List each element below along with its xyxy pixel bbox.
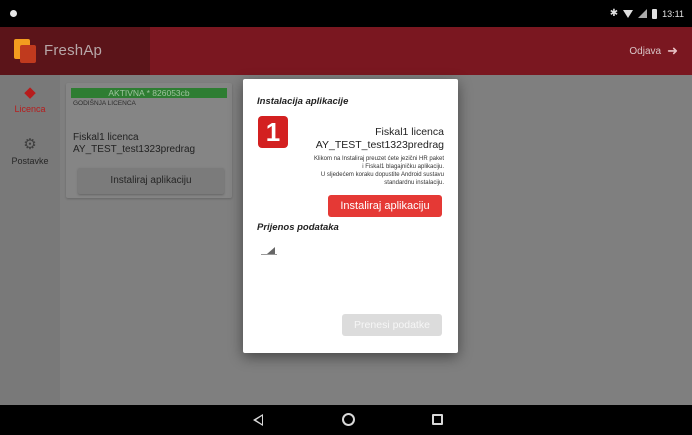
dialog-license-name: Fiskal1 licenca <box>375 126 444 138</box>
info-line: Klikom na Instaliraj preuzet ćete jezičn… <box>313 156 444 162</box>
recents-icon[interactable] <box>432 414 443 425</box>
logout-button[interactable]: Odjava ➜ <box>629 43 678 59</box>
app-logo-icon <box>14 39 36 63</box>
status-icons: ✱ 13:11 <box>610 8 684 19</box>
transfer-progress-icon <box>261 246 279 256</box>
wifi-icon <box>623 9 634 18</box>
system-nav-bar <box>0 405 692 435</box>
bluetooth-icon: ✱ <box>609 8 619 19</box>
logout-icon: ➜ <box>667 43 678 58</box>
dialog-user: AY_TEST_test1323predrag <box>315 139 444 151</box>
sidebar-item-label: Postavke <box>11 156 49 166</box>
gear-icon: ⚙ <box>23 136 37 153</box>
fiskal1-logo-icon: 1 <box>258 116 288 148</box>
sidebar-item-postavke[interactable]: ⚙ Postavke <box>0 136 60 167</box>
license-card: AKTIVNA * 826053cb GODIŠNJA LICENCA Fisk… <box>66 83 232 198</box>
install-app-button[interactable]: Instaliraj aplikaciju <box>78 168 224 194</box>
sidebar-item-label: Licenca <box>14 104 46 114</box>
logout-label: Odjava <box>629 45 662 57</box>
layers-icon: ◆ <box>24 84 36 101</box>
sidebar: ◆ Licenca ⚙ Postavke <box>0 75 60 405</box>
info-line: standardnu instalaciju. <box>384 180 444 186</box>
license-type: GODIŠNJA LICENCA <box>73 100 136 107</box>
transfer-data-button[interactable]: Prenesi podatke <box>342 314 442 336</box>
dialog-info-text: Klikom na Instaliraj preuzet ćete jezičn… <box>254 155 444 187</box>
app-title: FreshAp <box>44 42 103 59</box>
battery-icon <box>652 8 658 19</box>
dialog-install-button[interactable]: Instaliraj aplikaciju <box>328 195 442 217</box>
status-bar: ✱ 13:11 <box>0 0 692 27</box>
install-dialog: Instalacija aplikacije 1 Fiskal1 licenca… <box>243 79 458 353</box>
transfer-section-title: Prijenos podataka <box>257 222 339 233</box>
status-time: 13:11 <box>662 8 684 19</box>
back-icon[interactable] <box>253 414 263 426</box>
signal-icon <box>638 9 648 18</box>
info-line: U sljedećem koraku dopustite Android sus… <box>320 172 444 178</box>
dialog-title: Instalacija aplikacije <box>257 96 349 107</box>
sidebar-item-licenca[interactable]: ◆ Licenca <box>0 84 60 115</box>
home-icon[interactable] <box>342 413 355 426</box>
license-status-badge: AKTIVNA * 826053cb <box>71 88 227 98</box>
license-name: Fiskal1 licenca <box>73 132 139 143</box>
info-line: i Fiskal1 blagajničku aplikaciju. <box>362 164 444 170</box>
notification-icon <box>10 10 17 17</box>
app-bar-brand: FreshAp <box>0 27 150 75</box>
license-user: AY_TEST_test1323predrag <box>73 144 196 155</box>
app-bar: FreshAp Odjava ➜ <box>0 27 692 75</box>
